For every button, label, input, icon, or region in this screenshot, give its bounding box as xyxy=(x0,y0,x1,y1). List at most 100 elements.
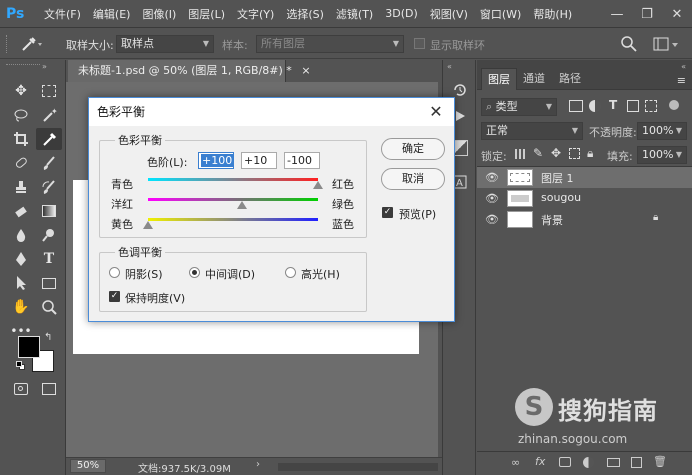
document-info[interactable]: 文档:937.5K/3.09M xyxy=(138,460,231,475)
magic-wand-tool-icon[interactable]: ✦ xyxy=(36,104,62,126)
eraser-tool-icon[interactable] xyxy=(8,200,34,222)
eyedropper-tool-icon[interactable] xyxy=(36,128,62,150)
visibility-eye-icon[interactable]: 👁︎ xyxy=(485,192,499,205)
trash-icon[interactable]: 🗑︎ xyxy=(653,455,667,468)
eyedropper-tool-preset-icon[interactable] xyxy=(18,35,46,53)
slider-yellow-blue-track[interactable] xyxy=(148,218,318,221)
filter-pixel-icon[interactable] xyxy=(569,100,583,112)
menu-filter[interactable]: 滤镜(T) xyxy=(336,6,373,22)
sample-size-dropdown[interactable]: 取样点 ▼ xyxy=(116,35,214,53)
radio-shadows[interactable] xyxy=(109,267,120,278)
layer-row-background[interactable]: 👁︎ 背景 🔒︎ xyxy=(477,209,692,230)
workspace-switcher-icon[interactable] xyxy=(652,35,682,53)
clone-stamp-tool-icon[interactable] xyxy=(8,176,34,198)
menu-layer[interactable]: 图层(L) xyxy=(188,6,225,22)
adjustment-layer-icon[interactable] xyxy=(583,457,594,468)
screen-mode-icon[interactable] xyxy=(36,378,62,400)
slider-magenta-green-thumb[interactable] xyxy=(236,201,247,209)
lock-all-icon[interactable]: 🔒︎ xyxy=(587,146,593,161)
filter-kind-dropdown[interactable]: ⌕ 类型 ▼ xyxy=(481,98,557,116)
marquee-tool-icon[interactable] xyxy=(36,80,62,102)
chevron-right-icon[interactable]: › xyxy=(256,459,260,470)
move-tool-icon[interactable]: ✥ xyxy=(8,80,34,102)
radio-highlights[interactable] xyxy=(285,267,296,278)
lasso-tool-icon[interactable] xyxy=(8,104,34,126)
tab-channels[interactable]: 通道 xyxy=(517,68,551,90)
pen-tool-icon[interactable] xyxy=(8,248,34,270)
zoom-level[interactable]: 50% xyxy=(70,459,106,473)
layer-name[interactable]: 图层 1 xyxy=(541,170,574,186)
radio-highlights-label[interactable]: 高光(H) xyxy=(301,266,340,282)
lock-artboard-icon[interactable] xyxy=(569,148,580,159)
close-tab-icon[interactable]: × xyxy=(301,64,310,77)
menu-type[interactable]: 文字(Y) xyxy=(237,6,274,22)
menu-edit[interactable]: 编辑(E) xyxy=(93,6,131,22)
panel-menu-icon[interactable]: ≡ xyxy=(677,74,686,87)
dodge-tool-icon[interactable] xyxy=(36,224,62,246)
swap-colors-icon[interactable]: ↰ xyxy=(44,332,52,343)
type-tool-icon[interactable]: T xyxy=(36,248,62,270)
menu-file[interactable]: 文件(F) xyxy=(44,6,81,22)
filter-adjustment-icon[interactable] xyxy=(589,100,601,112)
brush-tool-icon[interactable] xyxy=(36,152,62,174)
layer-row-layer1[interactable]: 👁︎ 图层 1 xyxy=(477,167,692,188)
collapse-arrows-icon[interactable]: » xyxy=(42,62,47,71)
horizontal-scrollbar[interactable] xyxy=(278,463,438,471)
tab-paths[interactable]: 路径 xyxy=(553,68,587,90)
document-tab[interactable]: 未标题-1.psd @ 50% (图层 1, RGB/8#) * × xyxy=(68,60,311,82)
slider-cyan-red-track[interactable] xyxy=(148,178,318,181)
slider-magenta-green-track[interactable] xyxy=(148,198,318,201)
add-mask-icon[interactable] xyxy=(559,457,571,467)
sample-dropdown[interactable]: 所有图层 ▼ xyxy=(256,35,404,53)
layer-style-icon[interactable]: fx xyxy=(535,455,545,468)
level-yellow-blue-field[interactable]: -100 xyxy=(284,152,320,169)
preview-checkbox[interactable]: ✓ xyxy=(382,207,393,218)
ok-button[interactable]: 确定 xyxy=(381,138,445,160)
new-group-icon[interactable] xyxy=(607,458,620,467)
restore-button[interactable]: ❐ xyxy=(632,0,662,28)
radio-midtones[interactable] xyxy=(189,267,200,278)
foreground-color-swatch[interactable] xyxy=(18,336,40,358)
menu-3d[interactable]: 3D(D) xyxy=(385,7,418,20)
gradient-tool-icon[interactable] xyxy=(36,200,62,222)
fill-field[interactable]: 100% ▼ xyxy=(637,146,687,164)
filter-type-icon[interactable]: T xyxy=(609,98,617,112)
search-icon[interactable] xyxy=(620,35,638,53)
blend-mode-dropdown[interactable]: 正常 ▼ xyxy=(481,122,583,140)
radio-shadows-label[interactable]: 阴影(S) xyxy=(125,266,163,282)
visibility-eye-icon[interactable]: 👁︎ xyxy=(485,171,499,184)
slider-yellow-blue-thumb[interactable] xyxy=(143,221,153,229)
menu-help[interactable]: 帮助(H) xyxy=(533,6,572,22)
dialog-close-icon[interactable]: ✕ xyxy=(426,102,446,122)
filter-toggle-icon[interactable] xyxy=(669,100,679,110)
radio-midtones-label[interactable]: 中间调(D) xyxy=(205,266,255,282)
preview-label[interactable]: 预览(P) xyxy=(399,206,436,222)
cancel-button[interactable]: 取消 xyxy=(381,168,445,190)
filter-shape-icon[interactable] xyxy=(627,100,639,112)
level-cyan-red-field[interactable]: +100 xyxy=(198,152,234,169)
layer-row-sougou[interactable]: 👁︎ sougou xyxy=(477,188,692,209)
healing-brush-tool-icon[interactable] xyxy=(8,152,34,174)
link-layers-icon[interactable]: ∞ xyxy=(511,456,520,469)
menu-view[interactable]: 视图(V) xyxy=(430,6,468,22)
rectangle-tool-icon[interactable] xyxy=(36,272,62,294)
slider-cyan-red-thumb[interactable] xyxy=(313,181,323,189)
close-window-button[interactable]: ✕ xyxy=(662,0,692,28)
collapse-arrows-icon[interactable]: « xyxy=(681,62,686,71)
minimize-button[interactable]: — xyxy=(602,0,632,28)
zoom-tool-icon[interactable] xyxy=(36,296,62,318)
default-colors-icon[interactable] xyxy=(16,361,26,371)
menu-window[interactable]: 窗口(W) xyxy=(480,6,521,22)
collapse-arrows-icon[interactable]: « xyxy=(447,62,452,71)
layer-name[interactable]: 背景 xyxy=(541,212,563,228)
layer-name[interactable]: sougou xyxy=(541,191,581,204)
menu-image[interactable]: 图像(I) xyxy=(142,6,176,22)
dialog-title-bar[interactable]: 色彩平衡 xyxy=(89,98,454,126)
visibility-eye-icon[interactable]: 👁︎ xyxy=(485,213,499,226)
preserve-luminosity-label[interactable]: 保持明度(V) xyxy=(125,290,185,306)
hand-tool-icon[interactable]: ✋ xyxy=(8,296,34,318)
lock-transparent-icon[interactable] xyxy=(515,149,525,159)
lock-position-icon[interactable]: ✥ xyxy=(551,146,561,160)
opacity-field[interactable]: 100% ▼ xyxy=(637,122,687,140)
filter-smart-object-icon[interactable] xyxy=(645,100,657,112)
